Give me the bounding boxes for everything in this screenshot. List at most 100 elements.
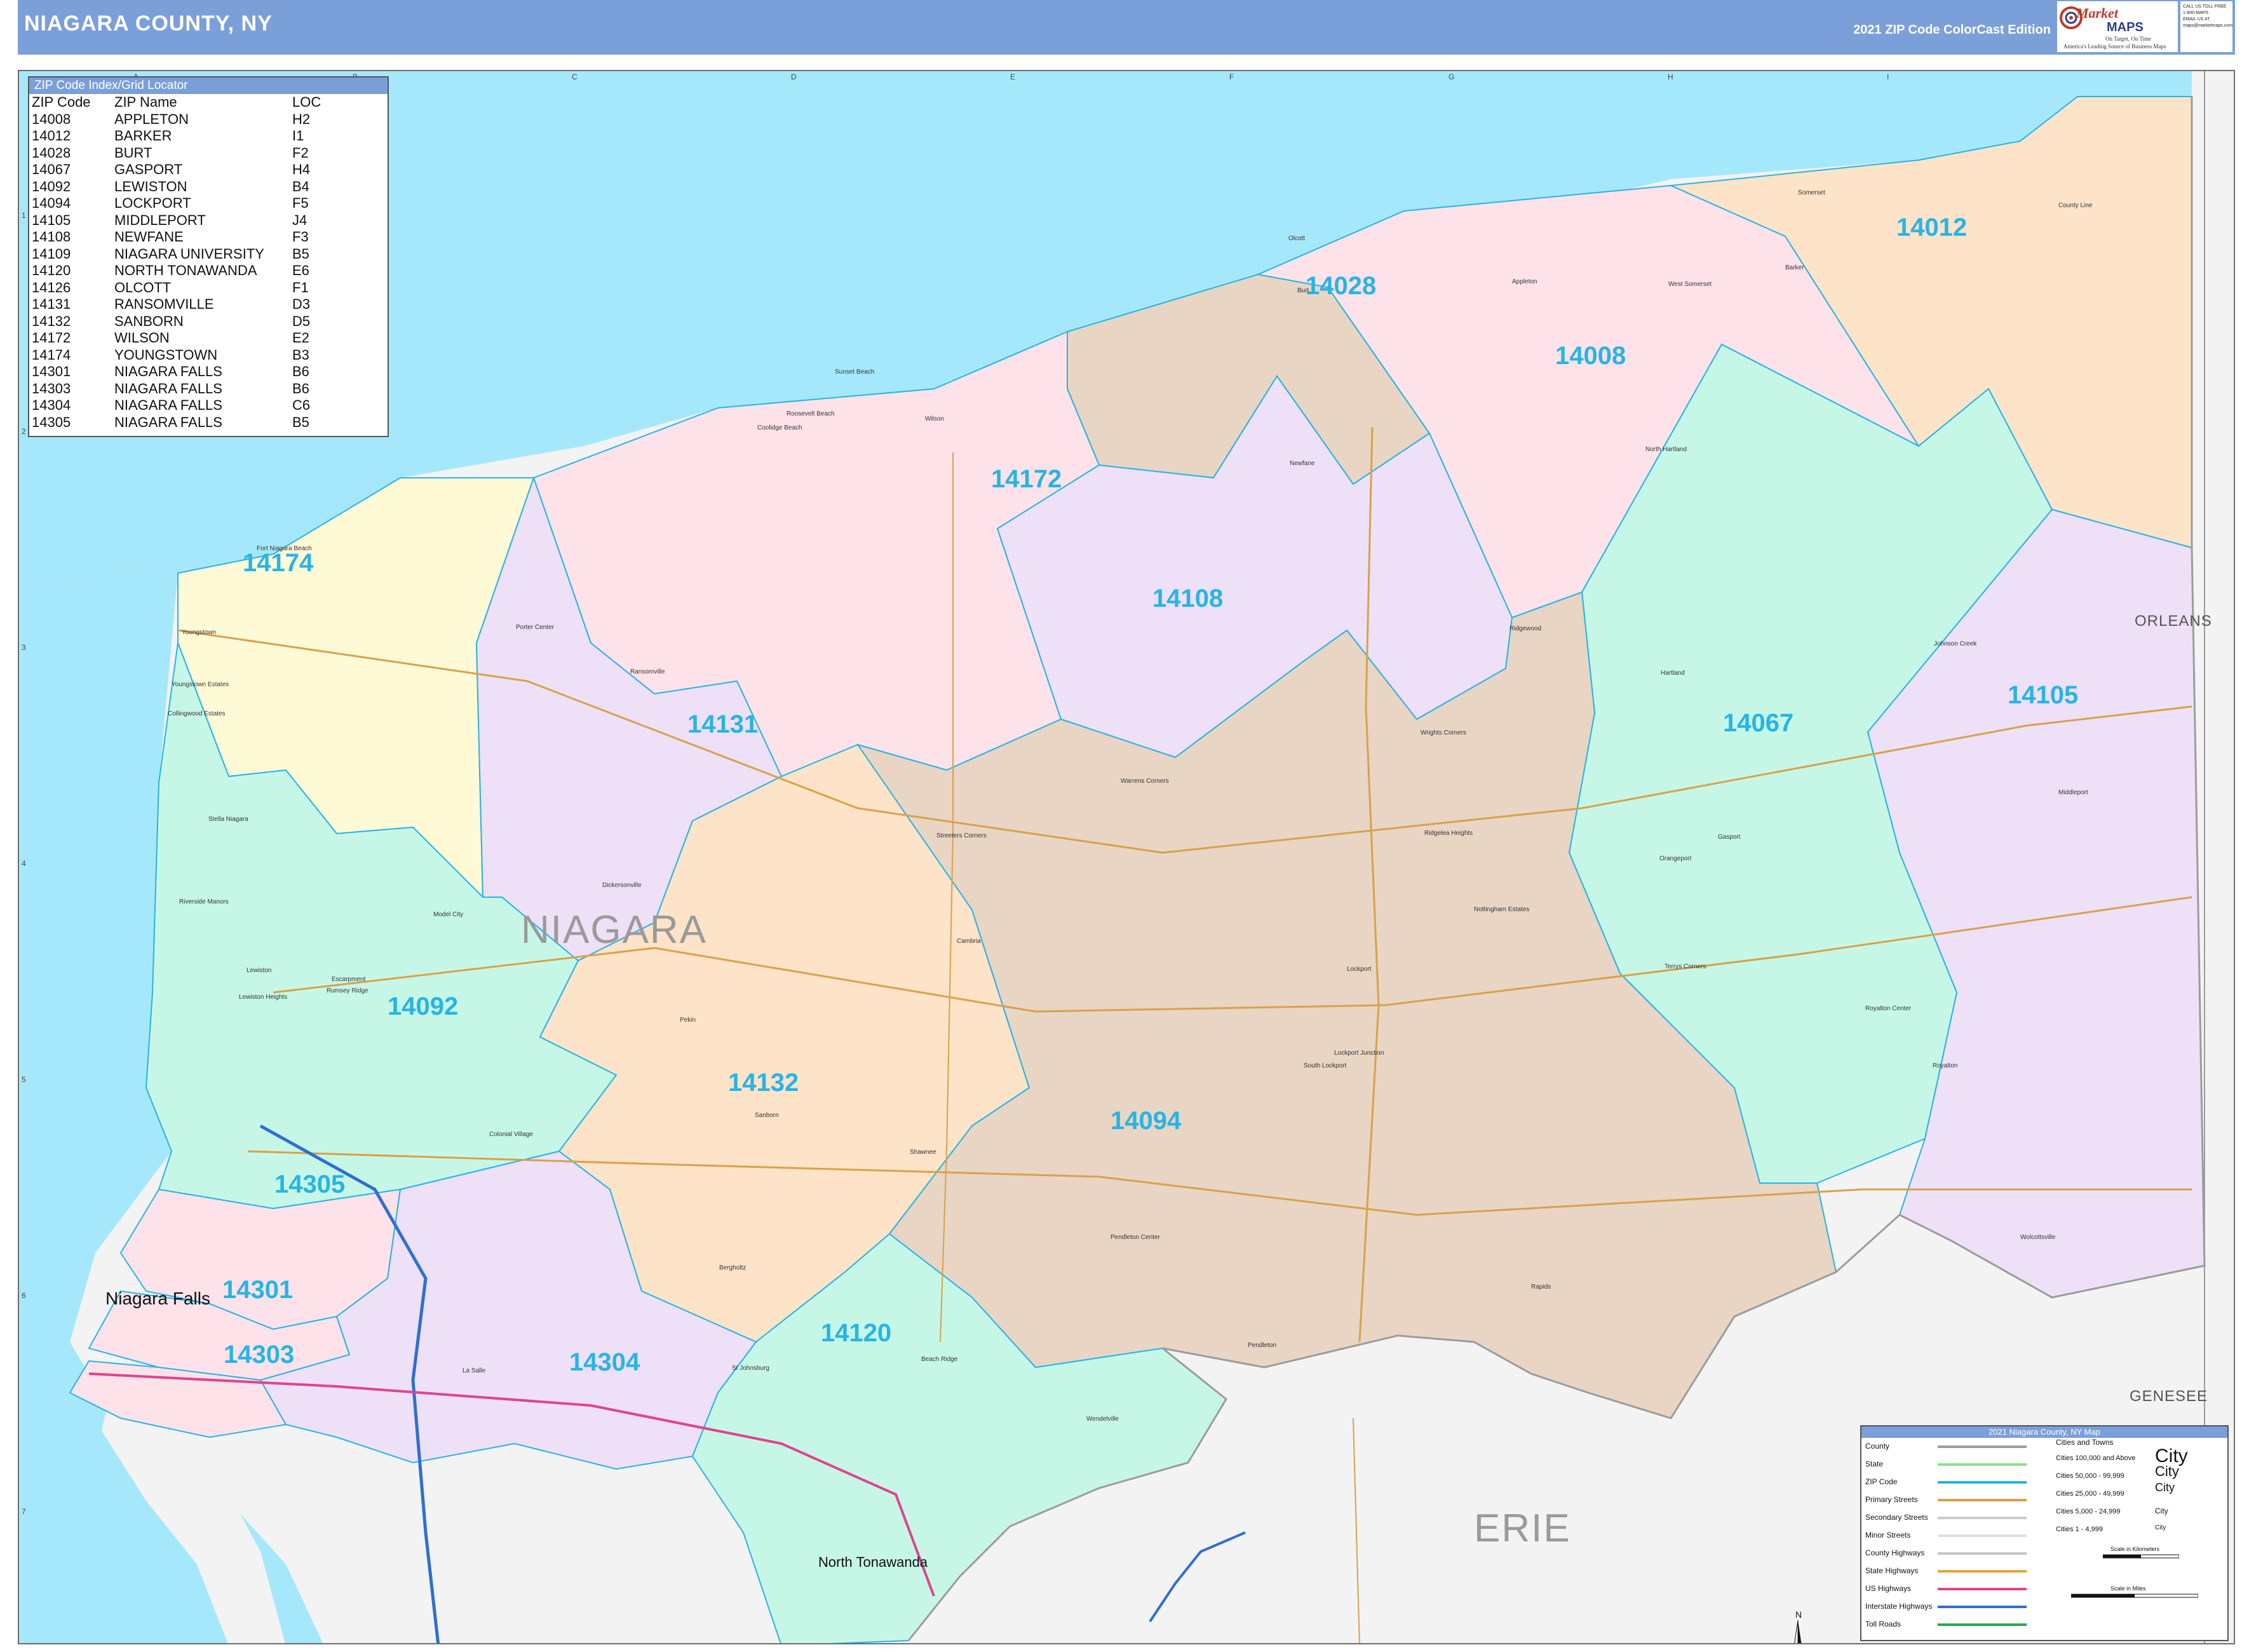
grid-col-label: G bbox=[1449, 72, 1455, 81]
table-row[interactable]: 14303 NIAGARA FALLS B6 bbox=[29, 381, 388, 398]
city-label-niagara-falls[interactable]: Niagara Falls bbox=[105, 1289, 210, 1309]
zip-label-14094[interactable]: 14094 bbox=[1111, 1107, 1181, 1135]
legend-item-swatch bbox=[1938, 1481, 2027, 1484]
scale-km-label: Scale in Kilometers bbox=[2110, 1546, 2160, 1552]
zip-index-header-row: ZIP Code ZIP Name LOC bbox=[29, 94, 388, 111]
place-label: Wolcottsville bbox=[2020, 1234, 2056, 1241]
market-maps-logo[interactable]: Market MAPS On Target, On Time America's… bbox=[2057, 1, 2178, 52]
zip-code-cell: 14028 bbox=[32, 144, 71, 161]
table-row[interactable]: 14132 SANBORN D5 bbox=[29, 313, 388, 330]
place-label: Lewiston Heights bbox=[239, 994, 288, 1001]
legend-city-sample: City bbox=[2155, 1506, 2168, 1515]
zip-label-14108[interactable]: 14108 bbox=[1152, 585, 1223, 613]
place-label: Gasport bbox=[1718, 834, 1741, 841]
zip-code-cell: 14109 bbox=[32, 245, 71, 262]
place-label: Rapids bbox=[1531, 1283, 1551, 1290]
zip-code-cell: 14092 bbox=[32, 178, 71, 194]
legend-city-sample: City bbox=[2155, 1463, 2179, 1479]
zip-label-14105[interactable]: 14105 bbox=[2008, 681, 2078, 710]
zip-code-cell: 14174 bbox=[32, 346, 71, 363]
place-label: Warrens Corners bbox=[1121, 778, 1169, 785]
place-label: Johnson Creek bbox=[1934, 640, 1977, 647]
place-label: Newfane bbox=[1290, 460, 1315, 467]
zip-label-14008[interactable]: 14008 bbox=[1555, 342, 1626, 370]
zip-label-14303[interactable]: 14303 bbox=[224, 1341, 294, 1369]
zip-name-cell: NEWFANE bbox=[114, 229, 184, 245]
city-label-north-tonawanda[interactable]: North Tonawanda bbox=[818, 1554, 928, 1571]
place-label: Middleport bbox=[2058, 789, 2088, 796]
zip-label-14028[interactable]: 14028 bbox=[1306, 272, 1376, 301]
zip-label-14132[interactable]: 14132 bbox=[728, 1069, 799, 1097]
grid-col-label: C bbox=[572, 72, 577, 81]
table-row[interactable]: 14172 WILSON E2 bbox=[29, 330, 388, 347]
place-label: Orangeport bbox=[1659, 855, 1692, 862]
place-label: County Line bbox=[2058, 202, 2093, 209]
place-label: Pendleton bbox=[1248, 1342, 1277, 1349]
column-header: ZIP Code bbox=[32, 94, 91, 110]
zip-code-cell: 14305 bbox=[32, 414, 71, 430]
zip-label-14067[interactable]: 14067 bbox=[1723, 709, 1793, 738]
table-row[interactable]: 14067 GASPORT H4 bbox=[29, 161, 388, 179]
zip-label-14120[interactable]: 14120 bbox=[821, 1319, 891, 1348]
county-label-genesee: GENESEE bbox=[2130, 1388, 2208, 1405]
table-row[interactable]: 14105 MIDDLEPORT J4 bbox=[29, 212, 388, 229]
scale-bar-mi bbox=[2071, 1594, 2198, 1598]
zip-label-14304[interactable]: 14304 bbox=[569, 1348, 640, 1377]
table-row[interactable]: 14092 LEWISTON B4 bbox=[29, 179, 388, 196]
place-label: Ridgewood bbox=[1509, 625, 1542, 632]
zip-name-cell: LOCKPORT bbox=[114, 195, 191, 211]
zip-label-14092[interactable]: 14092 bbox=[388, 992, 458, 1021]
table-row[interactable]: 14174 YOUNGSTOWN B3 bbox=[29, 347, 388, 364]
zip-label-14301[interactable]: 14301 bbox=[222, 1276, 293, 1304]
county-label-orleans: ORLEANS bbox=[2135, 613, 2212, 630]
grid-row-label: 7 bbox=[22, 1507, 26, 1516]
table-row[interactable]: 14126 OLCOTT F1 bbox=[29, 280, 388, 297]
grid-row-label: 1 bbox=[22, 211, 26, 220]
table-row[interactable]: 14304 NIAGARA FALLS C6 bbox=[29, 397, 388, 414]
grid-col-label: I bbox=[1887, 72, 1889, 81]
table-row[interactable]: 14109 NIAGARA UNIVERSITY B5 bbox=[29, 246, 388, 263]
grid-col-label: D bbox=[791, 72, 797, 81]
grid-col-label: H bbox=[1668, 72, 1673, 81]
place-label: St Johnsburg bbox=[732, 1365, 769, 1372]
place-label: Lewiston bbox=[246, 967, 272, 974]
legend-item-swatch bbox=[1938, 1499, 2027, 1501]
zip-label-14012[interactable]: 14012 bbox=[1896, 213, 1967, 242]
legend-city-tier: Cities 25,000 - 49,999 bbox=[2056, 1490, 2124, 1498]
table-row[interactable]: 14305 NIAGARA FALLS B5 bbox=[29, 414, 388, 431]
place-label: Colonial Village bbox=[489, 1131, 533, 1138]
place-label: Porter Center bbox=[516, 624, 555, 631]
place-label: Model City bbox=[433, 911, 464, 918]
legend-item-swatch bbox=[1938, 1534, 2027, 1537]
grid-locator-cell: J4 bbox=[292, 212, 307, 228]
zip-name-cell: NORTH TONAWANDA bbox=[114, 262, 257, 278]
legend-item-label: County bbox=[1865, 1442, 1890, 1451]
table-row[interactable]: 14108 NEWFANE F3 bbox=[29, 229, 388, 246]
zip-label-14131[interactable]: 14131 bbox=[687, 710, 758, 739]
table-row[interactable]: 14094 LOCKPORT F5 bbox=[29, 195, 388, 212]
zip-label-14305[interactable]: 14305 bbox=[274, 1170, 345, 1199]
table-row[interactable]: 14008 APPLETON H2 bbox=[29, 111, 388, 128]
place-label: Cambria bbox=[957, 938, 981, 945]
zip-name-cell: OLCOTT bbox=[114, 279, 172, 295]
table-row[interactable]: 14120 NORTH TONAWANDA E6 bbox=[29, 262, 388, 280]
place-label: Terrys Corners bbox=[1665, 963, 1706, 970]
table-row[interactable]: 14012 BARKER I1 bbox=[29, 128, 388, 145]
grid-col-label: F bbox=[1229, 72, 1234, 81]
map-legend: 2021 Niagara County, NY Map County State Z… bbox=[1860, 1425, 2229, 1641]
table-row[interactable]: 14028 BURT F2 bbox=[29, 145, 388, 162]
grid-row-label: 4 bbox=[22, 859, 26, 868]
legend-item-swatch bbox=[1938, 1552, 2027, 1555]
zip-code-cell: 14301 bbox=[32, 363, 71, 379]
grid-row-label: 2 bbox=[22, 427, 26, 436]
table-row[interactable]: 14301 NIAGARA FALLS B6 bbox=[29, 363, 388, 381]
place-label: Burt bbox=[1297, 287, 1309, 294]
table-row[interactable]: 14131 RANSOMVILLE D3 bbox=[29, 296, 388, 313]
zip-name-cell: NIAGARA FALLS bbox=[114, 414, 222, 430]
zip-name-cell: NIAGARA UNIVERSITY bbox=[114, 245, 264, 262]
zip-label-14174[interactable]: 14174 bbox=[243, 549, 313, 578]
zip-label-14172[interactable]: 14172 bbox=[991, 465, 1062, 494]
zip-code-cell: 14172 bbox=[32, 330, 71, 346]
legend-cities-heading: Cities and Towns bbox=[2056, 1438, 2114, 1447]
zip-code-cell: 14132 bbox=[32, 313, 71, 329]
